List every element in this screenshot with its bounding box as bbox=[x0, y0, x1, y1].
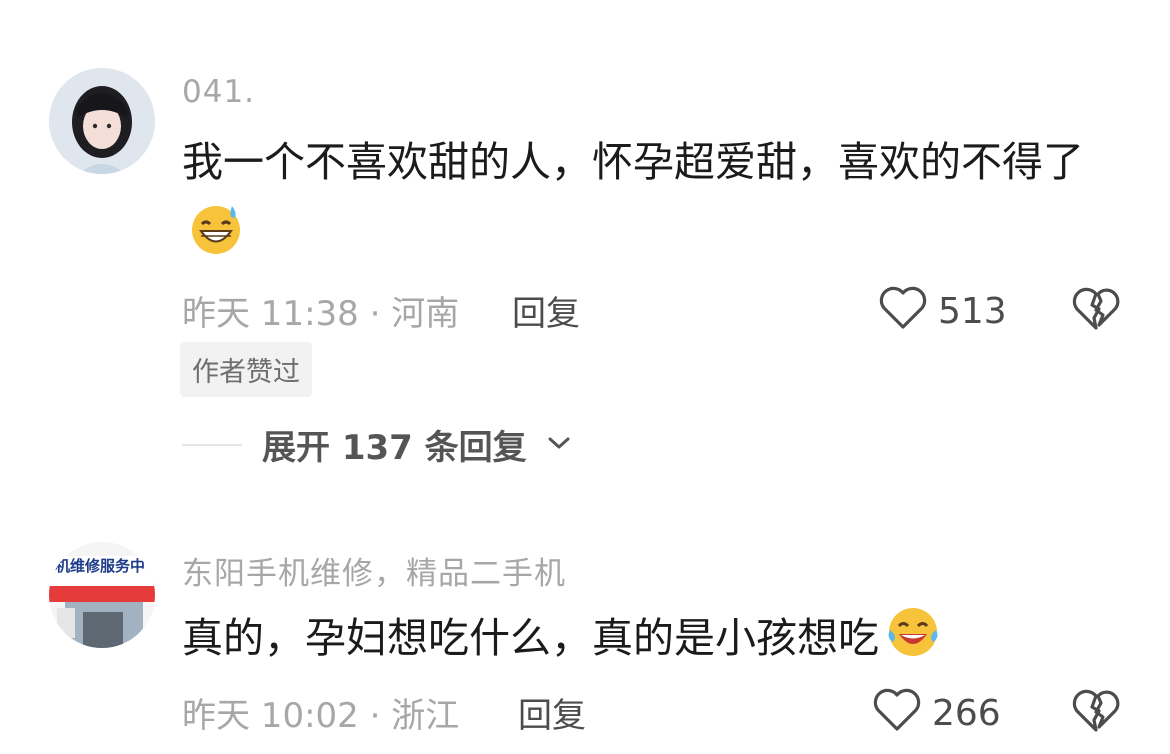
divider bbox=[182, 443, 242, 446]
like-count: 266 bbox=[932, 693, 1001, 734]
comment-text: 真的，孕妇想吃什么，真的是小孩想吃 bbox=[182, 602, 1132, 674]
reply-button[interactable]: 回复 bbox=[512, 286, 580, 335]
avatar[interactable]: 机维修服务中 bbox=[49, 542, 155, 648]
heart-icon bbox=[878, 284, 928, 339]
comment-item: 机维修服务中 东阳手机维修，精品二手机 真的，孕妇想吃什么，真的是小孩想吃 昨天… bbox=[0, 520, 1170, 754]
avatar[interactable] bbox=[49, 68, 155, 174]
comment-time-location: 昨天 11:38 · 河南 bbox=[182, 294, 460, 334]
comment-time-location: 昨天 10:02 · 浙江 bbox=[182, 696, 460, 736]
comment-text-content: 我一个不喜欢甜的人，怀孕超爱甜，喜欢的不得了 bbox=[182, 138, 1084, 186]
chevron-down-icon bbox=[547, 435, 571, 455]
author-liked-badge: 作者赞过 bbox=[180, 342, 312, 397]
avatar-sign-text: 机维修服务中 bbox=[55, 557, 146, 575]
grinning-sweat-emoji-icon bbox=[188, 200, 244, 256]
comment-text: 我一个不喜欢甜的人，怀孕超爱甜，喜欢的不得了 bbox=[182, 126, 1132, 270]
like-button[interactable]: 266 bbox=[872, 686, 1001, 741]
expand-replies-button[interactable]: 展开 137 条回复 bbox=[182, 420, 571, 469]
comment-text-content: 真的，孕妇想吃什么，真的是小孩想吃 bbox=[182, 614, 879, 662]
dislike-button[interactable] bbox=[1072, 687, 1120, 737]
heart-icon bbox=[872, 686, 922, 741]
broken-heart-icon bbox=[1072, 287, 1120, 335]
username[interactable]: 041. bbox=[182, 74, 255, 110]
dislike-button[interactable] bbox=[1072, 285, 1120, 335]
avatar-image bbox=[49, 68, 155, 174]
expand-replies-label: 展开 137 条回复 bbox=[262, 428, 527, 468]
tears-of-joy-emoji-icon bbox=[885, 604, 941, 660]
comment-item: 041. 我一个不喜欢甜的人，怀孕超爱甜，喜欢的不得了 昨天 11:38 · 河… bbox=[0, 0, 1170, 520]
username[interactable]: 东阳手机维修，精品二手机 bbox=[182, 548, 566, 593]
like-button[interactable]: 513 bbox=[878, 284, 1007, 339]
like-count: 513 bbox=[938, 291, 1007, 332]
reply-button[interactable]: 回复 bbox=[518, 688, 586, 737]
broken-heart-icon bbox=[1072, 689, 1120, 737]
